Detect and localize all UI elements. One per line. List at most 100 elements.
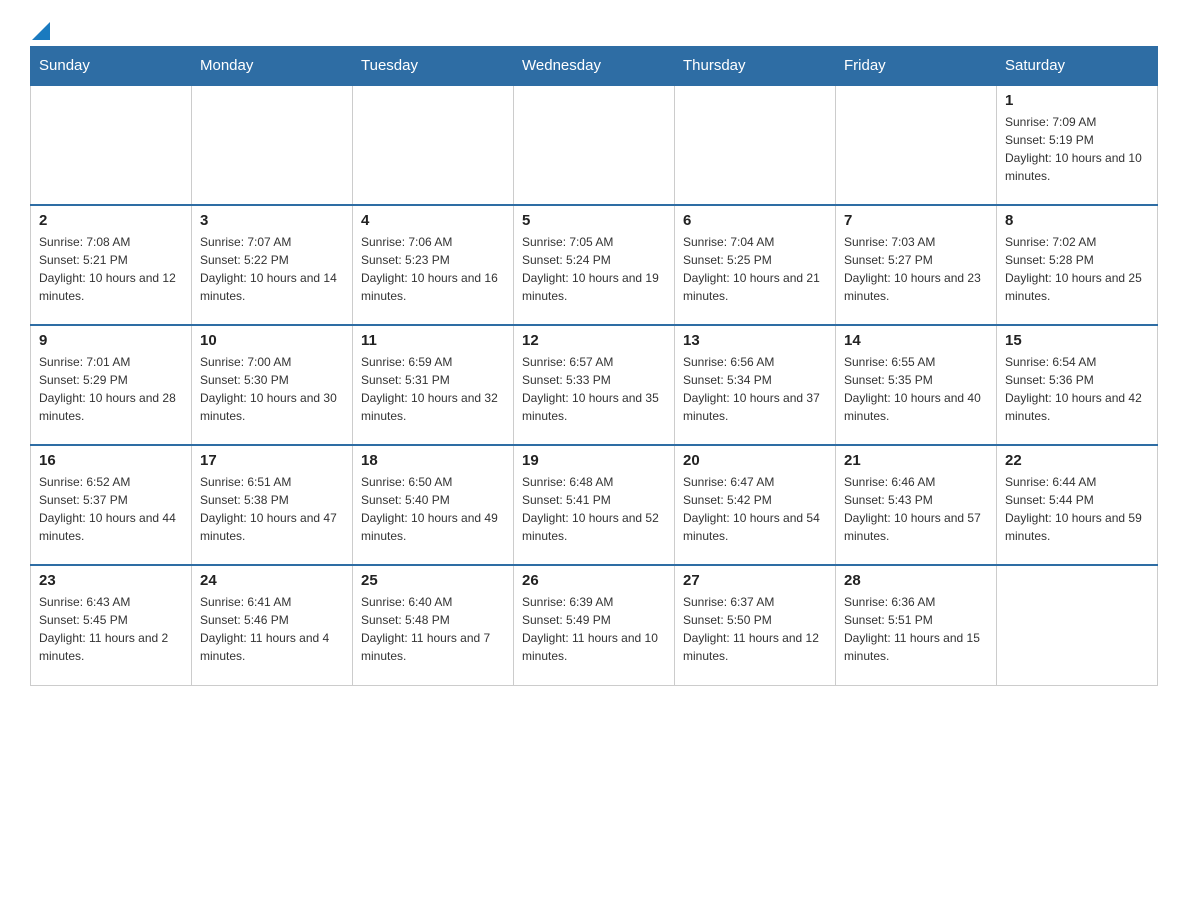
calendar-cell: 23 Sunrise: 6:43 AM Sunset: 5:45 PM Dayli… xyxy=(31,565,192,685)
day-info: Sunrise: 7:05 AM Sunset: 5:24 PM Dayligh… xyxy=(522,233,666,305)
day-number: 22 xyxy=(1005,452,1149,469)
calendar-cell: 19Sunrise: 6:48 AM Sunset: 5:41 PM Dayli… xyxy=(514,445,675,565)
calendar-cell xyxy=(675,85,836,205)
day-number: 17 xyxy=(200,452,344,469)
day-info: Sunrise: 6:52 AM Sunset: 5:37 PM Dayligh… xyxy=(39,473,183,545)
day-info: Sunrise: 6:37 AM Sunset: 5:50 PM Dayligh… xyxy=(683,593,827,665)
day-info: Sunrise: 6:51 AM Sunset: 5:38 PM Dayligh… xyxy=(200,473,344,545)
day-number: 21 xyxy=(844,452,988,469)
day-info: Sunrise: 6:39 AM Sunset: 5:49 PM Dayligh… xyxy=(522,593,666,665)
day-info: Sunrise: 6:54 AM Sunset: 5:36 PM Dayligh… xyxy=(1005,353,1149,425)
calendar-cell xyxy=(31,85,192,205)
calendar-cell: 16 Sunrise: 6:52 AM Sunset: 5:37 PM Dayli… xyxy=(31,445,192,565)
day-number: 3 xyxy=(200,212,344,229)
calendar-cell: 10 Sunrise: 7:00 AM Sunset: 5:30 PM Dayli… xyxy=(192,325,353,445)
calendar-cell: 12 Sunrise: 6:57 AM Sunset: 5:33 PM Dayli… xyxy=(514,325,675,445)
weekday-header-saturday: Saturday xyxy=(997,47,1158,86)
weekday-header-friday: Friday xyxy=(836,47,997,86)
calendar-cell: 6 Sunrise: 7:04 AM Sunset: 5:25 PM Daylig… xyxy=(675,205,836,325)
calendar-cell: 13 Sunrise: 6:56 AM Sunset: 5:34 PM Dayli… xyxy=(675,325,836,445)
calendar-cell: 25 Sunrise: 6:40 AM Sunset: 5:48 PM Dayli… xyxy=(353,565,514,685)
day-number: 8 xyxy=(1005,212,1149,229)
day-info: Sunrise: 6:43 AM Sunset: 5:45 PM Dayligh… xyxy=(39,593,183,665)
day-info: Sunrise: 6:55 AM Sunset: 5:35 PM Dayligh… xyxy=(844,353,988,425)
day-number: 28 xyxy=(844,572,988,589)
day-info: Sunrise: 7:04 AM Sunset: 5:25 PM Dayligh… xyxy=(683,233,827,305)
day-info: Sunrise: 7:03 AM Sunset: 5:27 PM Dayligh… xyxy=(844,233,988,305)
calendar-week-1: 1 Sunrise: 7:09 AM Sunset: 5:19 PM Daylig… xyxy=(31,85,1158,205)
day-info: Sunrise: 6:57 AM Sunset: 5:33 PM Dayligh… xyxy=(522,353,666,425)
logo-triangle-icon xyxy=(32,22,50,40)
calendar-week-3: 9Sunrise: 7:01 AM Sunset: 5:29 PM Daylig… xyxy=(31,325,1158,445)
calendar-cell xyxy=(514,85,675,205)
weekday-header-tuesday: Tuesday xyxy=(353,47,514,86)
day-number: 25 xyxy=(361,572,505,589)
day-number: 20 xyxy=(683,452,827,469)
calendar-cell: 8Sunrise: 7:02 AM Sunset: 5:28 PM Daylig… xyxy=(997,205,1158,325)
calendar-cell: 1 Sunrise: 7:09 AM Sunset: 5:19 PM Daylig… xyxy=(997,85,1158,205)
day-number: 18 xyxy=(361,452,505,469)
day-number: 4 xyxy=(361,212,505,229)
calendar-cell: 27 Sunrise: 6:37 AM Sunset: 5:50 PM Dayli… xyxy=(675,565,836,685)
calendar-week-4: 16 Sunrise: 6:52 AM Sunset: 5:37 PM Dayli… xyxy=(31,445,1158,565)
calendar-cell: 17 Sunrise: 6:51 AM Sunset: 5:38 PM Dayli… xyxy=(192,445,353,565)
day-number: 26 xyxy=(522,572,666,589)
calendar-cell: 5Sunrise: 7:05 AM Sunset: 5:24 PM Daylig… xyxy=(514,205,675,325)
logo xyxy=(30,20,50,36)
day-info: Sunrise: 7:06 AM Sunset: 5:23 PM Dayligh… xyxy=(361,233,505,305)
calendar-cell: 26 Sunrise: 6:39 AM Sunset: 5:49 PM Dayli… xyxy=(514,565,675,685)
day-info: Sunrise: 7:09 AM Sunset: 5:19 PM Dayligh… xyxy=(1005,113,1149,185)
day-info: Sunrise: 7:07 AM Sunset: 5:22 PM Dayligh… xyxy=(200,233,344,305)
day-number: 27 xyxy=(683,572,827,589)
calendar-header-row: SundayMondayTuesdayWednesdayThursdayFrid… xyxy=(31,47,1158,86)
calendar-table: SundayMondayTuesdayWednesdayThursdayFrid… xyxy=(30,46,1158,686)
day-info: Sunrise: 6:46 AM Sunset: 5:43 PM Dayligh… xyxy=(844,473,988,545)
weekday-header-thursday: Thursday xyxy=(675,47,836,86)
weekday-header-wednesday: Wednesday xyxy=(514,47,675,86)
day-number: 10 xyxy=(200,332,344,349)
day-info: Sunrise: 7:00 AM Sunset: 5:30 PM Dayligh… xyxy=(200,353,344,425)
day-number: 24 xyxy=(200,572,344,589)
calendar-cell xyxy=(192,85,353,205)
day-info: Sunrise: 6:56 AM Sunset: 5:34 PM Dayligh… xyxy=(683,353,827,425)
calendar-cell: 21 Sunrise: 6:46 AM Sunset: 5:43 PM Dayli… xyxy=(836,445,997,565)
day-info: Sunrise: 7:08 AM Sunset: 5:21 PM Dayligh… xyxy=(39,233,183,305)
calendar-week-5: 23 Sunrise: 6:43 AM Sunset: 5:45 PM Dayli… xyxy=(31,565,1158,685)
day-number: 1 xyxy=(1005,92,1149,109)
day-info: Sunrise: 6:59 AM Sunset: 5:31 PM Dayligh… xyxy=(361,353,505,425)
day-info: Sunrise: 6:36 AM Sunset: 5:51 PM Dayligh… xyxy=(844,593,988,665)
calendar-cell: 15 Sunrise: 6:54 AM Sunset: 5:36 PM Dayli… xyxy=(997,325,1158,445)
weekday-header-sunday: Sunday xyxy=(31,47,192,86)
calendar-week-2: 2 Sunrise: 7:08 AM Sunset: 5:21 PM Daylig… xyxy=(31,205,1158,325)
day-number: 12 xyxy=(522,332,666,349)
day-info: Sunrise: 6:44 AM Sunset: 5:44 PM Dayligh… xyxy=(1005,473,1149,545)
calendar-cell: 28 Sunrise: 6:36 AM Sunset: 5:51 PM Dayli… xyxy=(836,565,997,685)
day-info: Sunrise: 6:40 AM Sunset: 5:48 PM Dayligh… xyxy=(361,593,505,665)
weekday-header-monday: Monday xyxy=(192,47,353,86)
calendar-cell: 14 Sunrise: 6:55 AM Sunset: 5:35 PM Dayli… xyxy=(836,325,997,445)
page-header xyxy=(30,20,1158,36)
calendar-cell xyxy=(353,85,514,205)
calendar-cell: 20 Sunrise: 6:47 AM Sunset: 5:42 PM Dayli… xyxy=(675,445,836,565)
day-info: Sunrise: 6:48 AM Sunset: 5:41 PM Dayligh… xyxy=(522,473,666,545)
day-number: 13 xyxy=(683,332,827,349)
day-number: 2 xyxy=(39,212,183,229)
calendar-cell: 24Sunrise: 6:41 AM Sunset: 5:46 PM Dayli… xyxy=(192,565,353,685)
day-number: 16 xyxy=(39,452,183,469)
day-number: 7 xyxy=(844,212,988,229)
day-number: 6 xyxy=(683,212,827,229)
calendar-cell: 18 Sunrise: 6:50 AM Sunset: 5:40 PM Dayli… xyxy=(353,445,514,565)
calendar-cell: 3 Sunrise: 7:07 AM Sunset: 5:22 PM Daylig… xyxy=(192,205,353,325)
day-info: Sunrise: 6:47 AM Sunset: 5:42 PM Dayligh… xyxy=(683,473,827,545)
day-info: Sunrise: 6:50 AM Sunset: 5:40 PM Dayligh… xyxy=(361,473,505,545)
calendar-cell: 4 Sunrise: 7:06 AM Sunset: 5:23 PM Daylig… xyxy=(353,205,514,325)
day-info: Sunrise: 7:01 AM Sunset: 5:29 PM Dayligh… xyxy=(39,353,183,425)
calendar-cell xyxy=(997,565,1158,685)
calendar-cell: 11 Sunrise: 6:59 AM Sunset: 5:31 PM Dayli… xyxy=(353,325,514,445)
day-number: 11 xyxy=(361,332,505,349)
day-number: 14 xyxy=(844,332,988,349)
day-number: 15 xyxy=(1005,332,1149,349)
day-number: 23 xyxy=(39,572,183,589)
calendar-cell: 7 Sunrise: 7:03 AM Sunset: 5:27 PM Daylig… xyxy=(836,205,997,325)
calendar-cell xyxy=(836,85,997,205)
